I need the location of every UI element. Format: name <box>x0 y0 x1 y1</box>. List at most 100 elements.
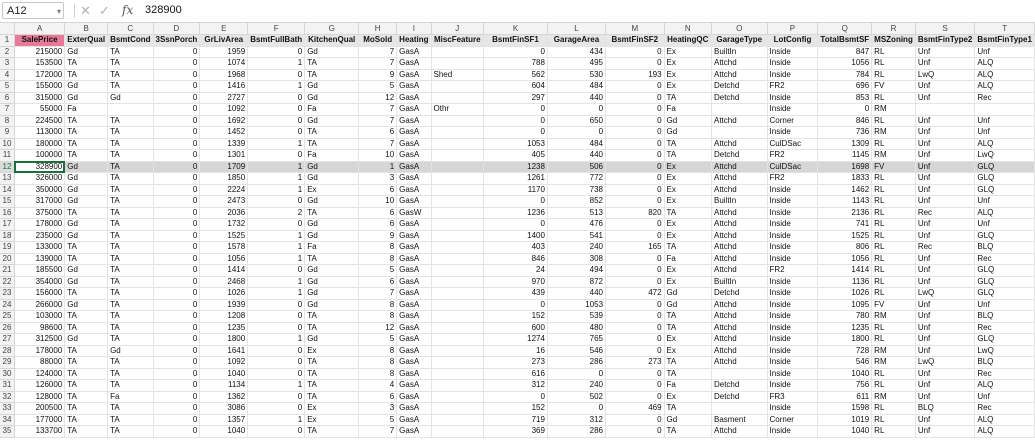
cell[interactable]: 1968 <box>199 69 249 81</box>
cell[interactable] <box>431 345 485 357</box>
cell[interactable]: RL <box>871 241 916 254</box>
cell[interactable]: Inside <box>767 310 819 323</box>
cell[interactable]: TA <box>64 356 109 369</box>
cell[interactable]: 1 <box>247 414 306 426</box>
cell[interactable]: TA <box>107 310 154 323</box>
cell[interactable]: 1 <box>247 379 306 392</box>
cell[interactable]: 0 <box>817 103 873 116</box>
cell[interactable]: 1053 <box>547 299 607 311</box>
cell[interactable]: 326000 <box>14 172 66 185</box>
cell[interactable]: 0 <box>605 126 665 139</box>
cell[interactable]: Unf <box>915 322 976 334</box>
row-header[interactable]: 5 <box>0 80 15 93</box>
cell[interactable]: 1053 <box>483 138 548 150</box>
cell[interactable]: 133000 <box>14 241 66 254</box>
header-cell-grlivarea[interactable]: GrLivArea <box>199 34 249 47</box>
column-header-i[interactable]: I <box>396 23 432 35</box>
cell[interactable]: TA <box>304 322 360 334</box>
cell[interactable]: TA <box>304 253 360 265</box>
cell[interactable]: Attchd <box>711 218 768 231</box>
cell[interactable]: TA <box>107 138 154 150</box>
row-header[interactable]: 20 <box>0 253 15 265</box>
cell[interactable]: TA <box>664 241 712 254</box>
cell[interactable] <box>431 253 485 265</box>
cell[interactable]: Gd <box>64 80 109 93</box>
cell[interactable]: 1 <box>247 230 306 242</box>
cell[interactable]: TA <box>64 57 109 70</box>
cell[interactable]: Gd <box>304 230 360 242</box>
cell[interactable]: 12 <box>358 322 398 334</box>
cell[interactable]: 846 <box>483 253 548 265</box>
cell[interactable]: Gd <box>304 46 360 58</box>
cell[interactable]: TA <box>664 149 712 162</box>
cell[interactable]: TA <box>64 368 109 380</box>
cell[interactable] <box>431 218 485 231</box>
cell[interactable]: 0 <box>153 391 201 403</box>
cell[interactable]: 1400 <box>483 230 548 242</box>
cell[interactable] <box>431 333 485 346</box>
cell[interactable]: Inside <box>767 379 819 392</box>
cell[interactable]: 126000 <box>14 379 66 392</box>
cell[interactable]: 2136 <box>817 207 873 219</box>
cell[interactable]: ALQ <box>974 69 1035 81</box>
cell[interactable]: 852 <box>547 195 607 208</box>
cell[interactable]: Inside <box>767 333 819 346</box>
column-header-n[interactable]: N <box>664 23 712 35</box>
cell[interactable]: Rec <box>974 322 1035 334</box>
cell[interactable]: Attchd <box>711 184 768 196</box>
cell[interactable]: RL <box>871 69 916 81</box>
cell[interactable]: Inside <box>767 46 819 58</box>
cell[interactable] <box>431 356 485 369</box>
cell[interactable]: 480 <box>547 322 607 334</box>
cell[interactable]: 2727 <box>199 92 249 104</box>
cell[interactable]: 0 <box>153 207 201 219</box>
cell[interactable]: 506 <box>547 161 607 173</box>
cell[interactable] <box>431 230 485 242</box>
column-header-g[interactable]: G <box>304 23 360 35</box>
cell[interactable]: Unf <box>915 46 976 58</box>
cell[interactable]: 0 <box>247 368 306 380</box>
cell[interactable]: GasA <box>396 195 432 208</box>
cell[interactable]: 0 <box>605 184 665 196</box>
cell[interactable]: 0 <box>153 299 201 311</box>
cell[interactable]: FV <box>871 299 916 311</box>
cell[interactable]: TA <box>64 345 109 357</box>
cell[interactable]: 1301 <box>199 149 249 162</box>
cell[interactable]: 5 <box>358 264 398 277</box>
cell[interactable]: GasA <box>396 115 432 127</box>
row-header[interactable]: 4 <box>0 69 15 81</box>
cell[interactable] <box>431 241 485 254</box>
cell[interactable]: 0 <box>247 299 306 311</box>
cell[interactable]: Attchd <box>711 161 768 173</box>
cell[interactable]: 0 <box>247 345 306 357</box>
cell[interactable]: TA <box>107 333 154 346</box>
cell[interactable]: 98600 <box>14 322 66 334</box>
cell[interactable]: TA <box>107 126 154 139</box>
cell[interactable]: 0 <box>605 379 665 392</box>
cell[interactable]: RM <box>871 356 916 369</box>
cell[interactable]: RL <box>871 379 916 392</box>
header-cell-miscfeature[interactable]: MiscFeature <box>431 34 485 47</box>
header-cell-garagetype[interactable]: GarageType <box>711 34 768 47</box>
cell[interactable]: 7 <box>358 115 398 127</box>
cell[interactable] <box>431 287 485 300</box>
row-header[interactable]: 7 <box>0 103 15 116</box>
cell[interactable]: 0 <box>153 69 201 81</box>
cell[interactable]: Detchd <box>711 149 768 162</box>
cell[interactable]: Gd <box>664 414 712 426</box>
cell[interactable]: Unf <box>915 92 976 104</box>
cell[interactable]: 1026 <box>199 287 249 300</box>
cell[interactable]: Unf <box>915 230 976 242</box>
cell[interactable]: 178000 <box>14 218 66 231</box>
cell[interactable]: 469 <box>605 402 665 415</box>
cell[interactable]: Attchd <box>711 241 768 254</box>
cell[interactable]: TA <box>107 172 154 185</box>
cell[interactable]: LwQ <box>974 345 1035 357</box>
cell[interactable]: 1235 <box>199 322 249 334</box>
cell[interactable]: 12 <box>358 92 398 104</box>
cell[interactable]: TA <box>304 69 360 81</box>
cell[interactable]: GasA <box>396 149 432 162</box>
row-header[interactable]: 3 <box>0 57 15 70</box>
cell[interactable]: 1 <box>247 253 306 265</box>
cell[interactable]: 0 <box>153 310 201 323</box>
